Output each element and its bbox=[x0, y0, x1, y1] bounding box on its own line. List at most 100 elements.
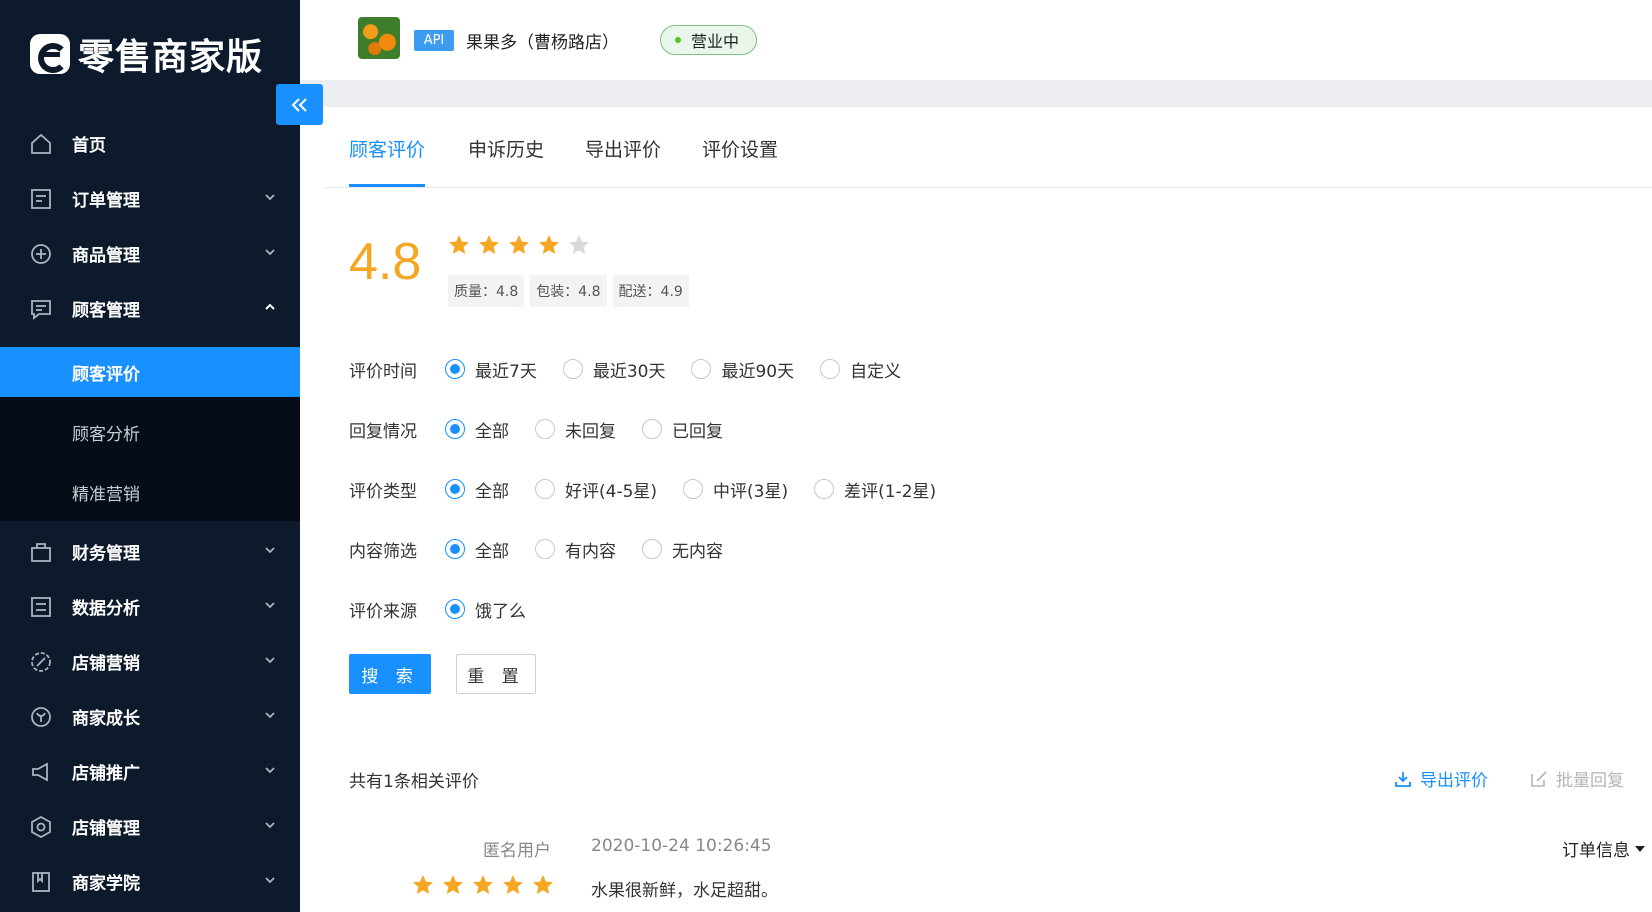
radio-label: 有内容 bbox=[565, 541, 616, 562]
radio-button[interactable] bbox=[683, 479, 704, 499]
radio-button[interactable] bbox=[535, 539, 555, 559]
status-dot-icon bbox=[675, 37, 681, 43]
sidebar-subitem-analysis[interactable]: 顾客分析 bbox=[0, 407, 300, 457]
radio-option[interactable]: 中评(3星) bbox=[683, 477, 788, 502]
sidebar-item-finance[interactable]: 财务管理 bbox=[0, 524, 300, 579]
store-status-badge[interactable]: 营业中 bbox=[660, 25, 757, 55]
radio-button[interactable] bbox=[445, 539, 465, 559]
search-button[interactable]: 搜 索 bbox=[349, 654, 431, 694]
api-badge: API bbox=[414, 30, 454, 51]
radio-button[interactable] bbox=[535, 419, 555, 439]
batch-reply-link[interactable]: 批量回复 bbox=[1530, 766, 1624, 791]
sidebar-subitem-marketing[interactable]: 精准营销 bbox=[0, 467, 300, 517]
tab-export-reviews[interactable]: 导出评价 bbox=[585, 135, 661, 184]
star-icon bbox=[503, 875, 523, 894]
promotion-icon bbox=[32, 762, 48, 782]
review-star-rating bbox=[411, 873, 561, 897]
brand-logo[interactable]: 零售商家版 bbox=[30, 30, 263, 78]
tab-customer-reviews[interactable]: 顾客评价 bbox=[349, 135, 426, 187]
sub-score-packaging: 包装：4.8 bbox=[530, 275, 607, 307]
sidebar-item-label: 商家学院 bbox=[72, 874, 140, 894]
radio-option[interactable]: 最近30天 bbox=[562, 357, 665, 382]
sidebar-item-academy[interactable]: 商家学院 bbox=[0, 854, 300, 909]
brand-title: 零售商家版 bbox=[78, 37, 264, 78]
radio-button[interactable] bbox=[691, 359, 712, 379]
store-status-label: 营业中 bbox=[691, 32, 740, 51]
radio-button[interactable] bbox=[445, 359, 465, 379]
radio-button[interactable] bbox=[814, 479, 835, 499]
caret-down-icon bbox=[1635, 845, 1645, 852]
customer-icon bbox=[31, 300, 51, 320]
header-divider bbox=[300, 80, 1652, 107]
sidebar-subitem-label: 顾客评价 bbox=[72, 364, 140, 385]
radio-option[interactable]: 全部 bbox=[445, 477, 509, 502]
sidebar-item-promotion[interactable]: 店铺推广 bbox=[0, 744, 300, 799]
radio-option[interactable]: 有内容 bbox=[535, 537, 616, 562]
radio-option[interactable]: 最近90天 bbox=[691, 357, 794, 382]
chevron-down-icon bbox=[265, 877, 275, 884]
settings-icon bbox=[31, 816, 51, 838]
sidebar-item-store-settings[interactable]: 店铺管理 bbox=[0, 799, 300, 854]
shop-avatar[interactable] bbox=[358, 17, 400, 59]
radio-option[interactable]: 全部 bbox=[445, 537, 509, 562]
radio-option[interactable]: 最近7天 bbox=[445, 357, 537, 382]
radio-button[interactable] bbox=[562, 359, 583, 379]
radio-button[interactable] bbox=[642, 539, 662, 559]
star-icon bbox=[413, 875, 433, 894]
radio-button[interactable] bbox=[445, 479, 465, 499]
home-icon bbox=[31, 133, 51, 154]
tab-review-settings[interactable]: 评价设置 bbox=[702, 135, 778, 184]
chevron-down-icon bbox=[265, 547, 275, 554]
export-reviews-link[interactable]: 导出评价 bbox=[1394, 766, 1488, 791]
radio-option[interactable]: 好评(4-5星) bbox=[535, 477, 657, 502]
radio-option[interactable]: 未回复 bbox=[535, 417, 616, 442]
chevron-down-icon bbox=[265, 822, 275, 829]
chevron-up-icon bbox=[265, 303, 275, 310]
radio-option[interactable]: 饿了么 bbox=[445, 597, 526, 622]
filter-label: 评价类型 bbox=[349, 481, 417, 502]
radio-button[interactable] bbox=[445, 419, 465, 439]
star-icon bbox=[569, 235, 589, 254]
sidebar-item-label: 订单管理 bbox=[72, 191, 140, 211]
radio-option[interactable]: 自定义 bbox=[820, 357, 901, 382]
sub-score-delivery: 配送：4.9 bbox=[612, 275, 689, 307]
radio-button[interactable] bbox=[820, 359, 841, 379]
tab-appeal-history[interactable]: 申诉历史 bbox=[468, 135, 544, 184]
sidebar-item-customers[interactable]: 顾客管理 bbox=[0, 281, 300, 336]
sidebar-collapse-button[interactable] bbox=[276, 84, 323, 125]
chevron-down-icon bbox=[265, 657, 275, 664]
filter-review-time: 评价时间 最近7天 最近30天 最近90天 自定义 bbox=[349, 357, 927, 382]
radio-button[interactable] bbox=[445, 599, 465, 619]
sidebar-item-home[interactable]: 首页 bbox=[0, 116, 300, 171]
radio-label: 最近7天 bbox=[475, 361, 537, 382]
radio-label: 自定义 bbox=[850, 361, 902, 382]
sidebar-item-store-marketing[interactable]: 店铺营销 bbox=[0, 634, 300, 689]
radio-button[interactable] bbox=[642, 419, 662, 439]
sidebar-item-growth[interactable]: 商家成长 bbox=[0, 689, 300, 744]
radio-label: 饿了么 bbox=[475, 601, 526, 622]
star-icon bbox=[449, 235, 469, 254]
sidebar-subitem-reviews[interactable]: 顾客评价 bbox=[0, 347, 300, 397]
filter-content: 内容筛选 全部 有内容 无内容 bbox=[349, 537, 749, 562]
radio-option[interactable]: 已回复 bbox=[642, 417, 723, 442]
radio-button[interactable] bbox=[535, 479, 555, 499]
sidebar-item-data[interactable]: 数据分析 bbox=[0, 579, 300, 634]
sidebar-item-products[interactable]: 商品管理 bbox=[0, 226, 300, 281]
radio-option[interactable]: 差评(1-2星) bbox=[814, 477, 936, 502]
edit-icon bbox=[1531, 770, 1547, 787]
chevron-down-icon bbox=[265, 194, 275, 201]
order-info-toggle[interactable]: 订单信息 bbox=[1562, 836, 1646, 861]
product-icon bbox=[31, 244, 51, 264]
radio-option[interactable]: 无内容 bbox=[642, 537, 723, 562]
star-icon bbox=[509, 235, 529, 254]
filter-review-source: 评价来源 饿了么 bbox=[349, 597, 552, 622]
star-icon bbox=[533, 875, 553, 894]
sidebar-item-orders[interactable]: 订单管理 bbox=[0, 171, 300, 226]
radio-label: 全部 bbox=[475, 541, 509, 562]
shop-name[interactable]: 果果多（曹杨路店） bbox=[466, 28, 619, 53]
filter-reply-status: 回复情况 全部 未回复 已回复 bbox=[349, 417, 749, 442]
sidebar-subitem-label: 顾客分析 bbox=[72, 424, 140, 445]
radio-option[interactable]: 全部 bbox=[445, 417, 509, 442]
reset-button[interactable]: 重 置 bbox=[456, 654, 536, 694]
filter-label: 内容筛选 bbox=[349, 541, 417, 562]
